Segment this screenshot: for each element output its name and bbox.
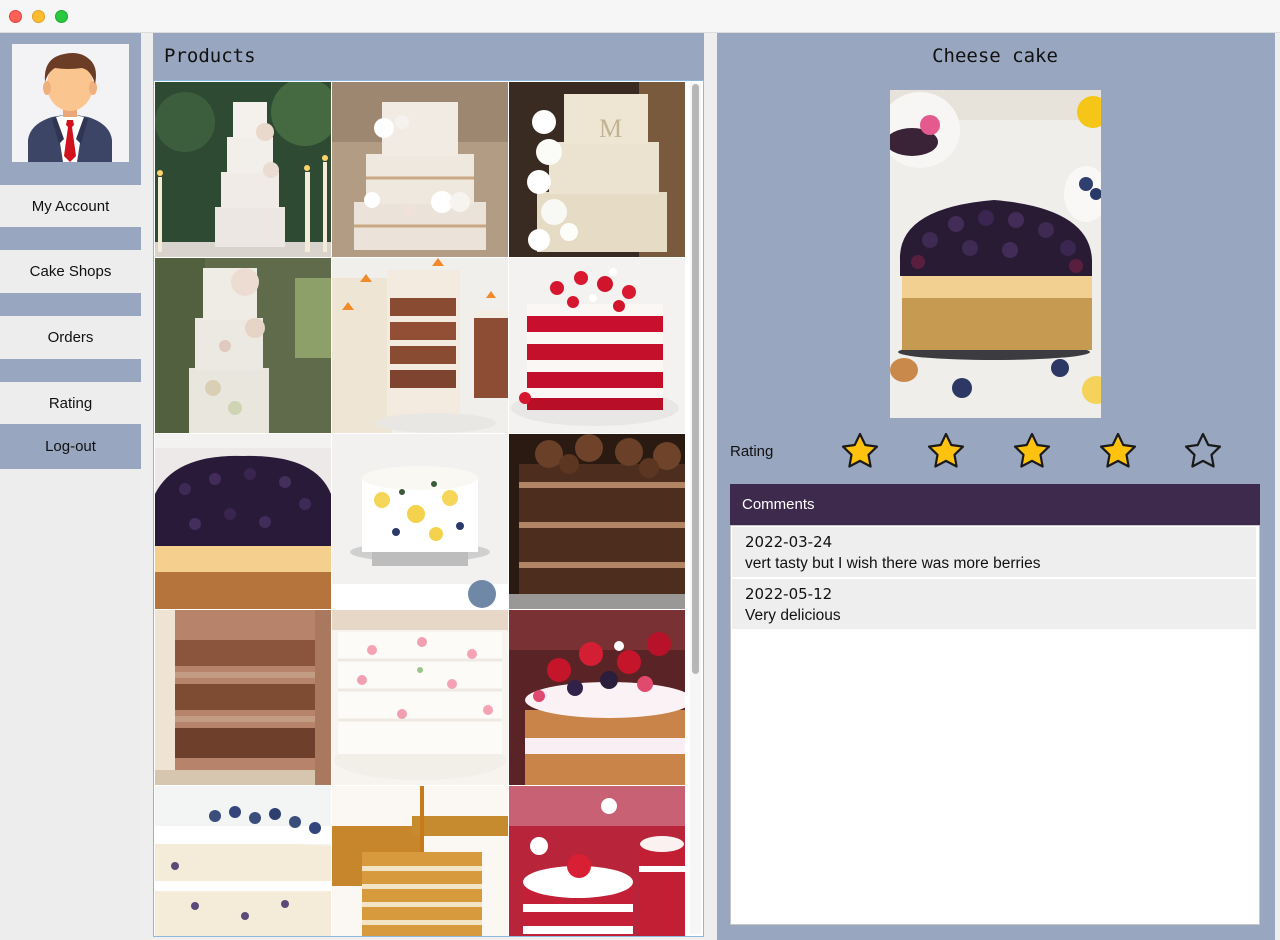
product-image xyxy=(509,434,685,609)
rating-label: Rating xyxy=(730,443,774,460)
product-tile-cake[interactable] xyxy=(155,610,331,785)
avatar xyxy=(12,44,129,162)
nav-my-account-label: My Account xyxy=(31,197,110,215)
comment-date: 2022-05-12 xyxy=(745,585,833,603)
product-photo xyxy=(890,90,1101,418)
product-image xyxy=(332,258,508,433)
star-filled-icon[interactable] xyxy=(1099,432,1137,470)
product-tile-cake[interactable]: M xyxy=(509,82,685,257)
maximize-window-button[interactable] xyxy=(55,10,68,23)
product-tile-cake[interactable] xyxy=(509,610,685,785)
nav-my-account[interactable]: My Account xyxy=(0,185,141,227)
sidebar: My Account Cake Shops Orders Rating Log-… xyxy=(0,33,141,940)
nav-rating-label: Rating xyxy=(48,394,93,412)
cheese-cake-image xyxy=(890,90,1101,418)
product-image xyxy=(332,786,508,936)
star-filled-icon[interactable] xyxy=(927,432,965,470)
product-tile-cake[interactable] xyxy=(332,258,508,433)
product-image xyxy=(509,610,685,785)
star-empty-icon[interactable] xyxy=(1184,432,1222,470)
star-filled-icon[interactable] xyxy=(841,432,879,470)
products-scrollbar-thumb[interactable] xyxy=(692,84,699,674)
svg-text:M: M xyxy=(599,114,622,143)
nav-cake-shops[interactable]: Cake Shops xyxy=(0,250,141,293)
window-titlebar xyxy=(0,0,1280,33)
products-grid-scroll-pane[interactable]: M xyxy=(153,80,704,937)
avatar-panel xyxy=(0,33,141,185)
minimize-window-button[interactable] xyxy=(32,10,45,23)
comment-text: vert tasty but I wish there was more ber… xyxy=(745,555,1041,572)
products-title: Products xyxy=(164,45,256,67)
close-window-button[interactable] xyxy=(9,10,22,23)
nav-log-out-label: Log-out xyxy=(45,438,96,455)
comment-item[interactable]: 2022-03-24 vert tasty but I wish there w… xyxy=(732,527,1256,577)
product-tile-cake[interactable] xyxy=(155,82,331,257)
product-image xyxy=(332,82,508,257)
businessman-avatar-icon xyxy=(28,53,112,162)
comment-date: 2022-03-24 xyxy=(745,533,833,551)
comments-header: Comments xyxy=(730,484,1260,525)
comments-list[interactable]: 2022-03-24 vert tasty but I wish there w… xyxy=(730,525,1260,925)
product-tile-cake[interactable] xyxy=(155,786,331,936)
nav-orders[interactable]: Orders xyxy=(0,316,141,359)
nav-rating[interactable]: Rating xyxy=(0,382,141,424)
product-tile-cake[interactable] xyxy=(155,434,331,609)
product-tile-cake[interactable] xyxy=(509,434,685,609)
product-image xyxy=(155,258,331,433)
product-title: Cheese cake xyxy=(932,45,1058,67)
product-tile-cake[interactable] xyxy=(332,610,508,785)
nav-separator xyxy=(0,227,141,250)
nav-cake-shops-label: Cake Shops xyxy=(29,263,112,280)
comments-title: Comments xyxy=(742,496,815,513)
product-image xyxy=(155,82,331,257)
comment-text: Very delicious xyxy=(745,607,841,624)
nav-separator xyxy=(0,293,141,316)
nav-orders-label: Orders xyxy=(47,329,94,346)
product-tile-cake[interactable] xyxy=(332,434,508,609)
product-image xyxy=(332,610,508,785)
nav-log-out[interactable]: Log-out xyxy=(0,424,141,469)
product-tile-cake[interactable] xyxy=(332,786,508,936)
comment-item[interactable]: 2022-05-12 Very delicious xyxy=(732,579,1256,629)
product-image xyxy=(332,434,508,609)
nav-separator xyxy=(0,359,141,382)
product-tile-cake[interactable] xyxy=(155,258,331,433)
product-tile-cake[interactable] xyxy=(332,82,508,257)
product-image: M xyxy=(509,82,685,257)
products-header: Products xyxy=(153,33,704,80)
products-grid: M xyxy=(155,82,685,936)
product-image xyxy=(509,258,685,433)
star-filled-icon[interactable] xyxy=(1013,432,1051,470)
product-image xyxy=(155,786,331,936)
product-image xyxy=(155,434,331,609)
product-tile-cake[interactable] xyxy=(509,786,685,936)
product-image xyxy=(509,786,685,936)
product-details-panel: Cheese cake Rating Comments 2022-03-24 v… xyxy=(717,33,1275,940)
product-image xyxy=(155,610,331,785)
product-tile-cake[interactable] xyxy=(509,258,685,433)
